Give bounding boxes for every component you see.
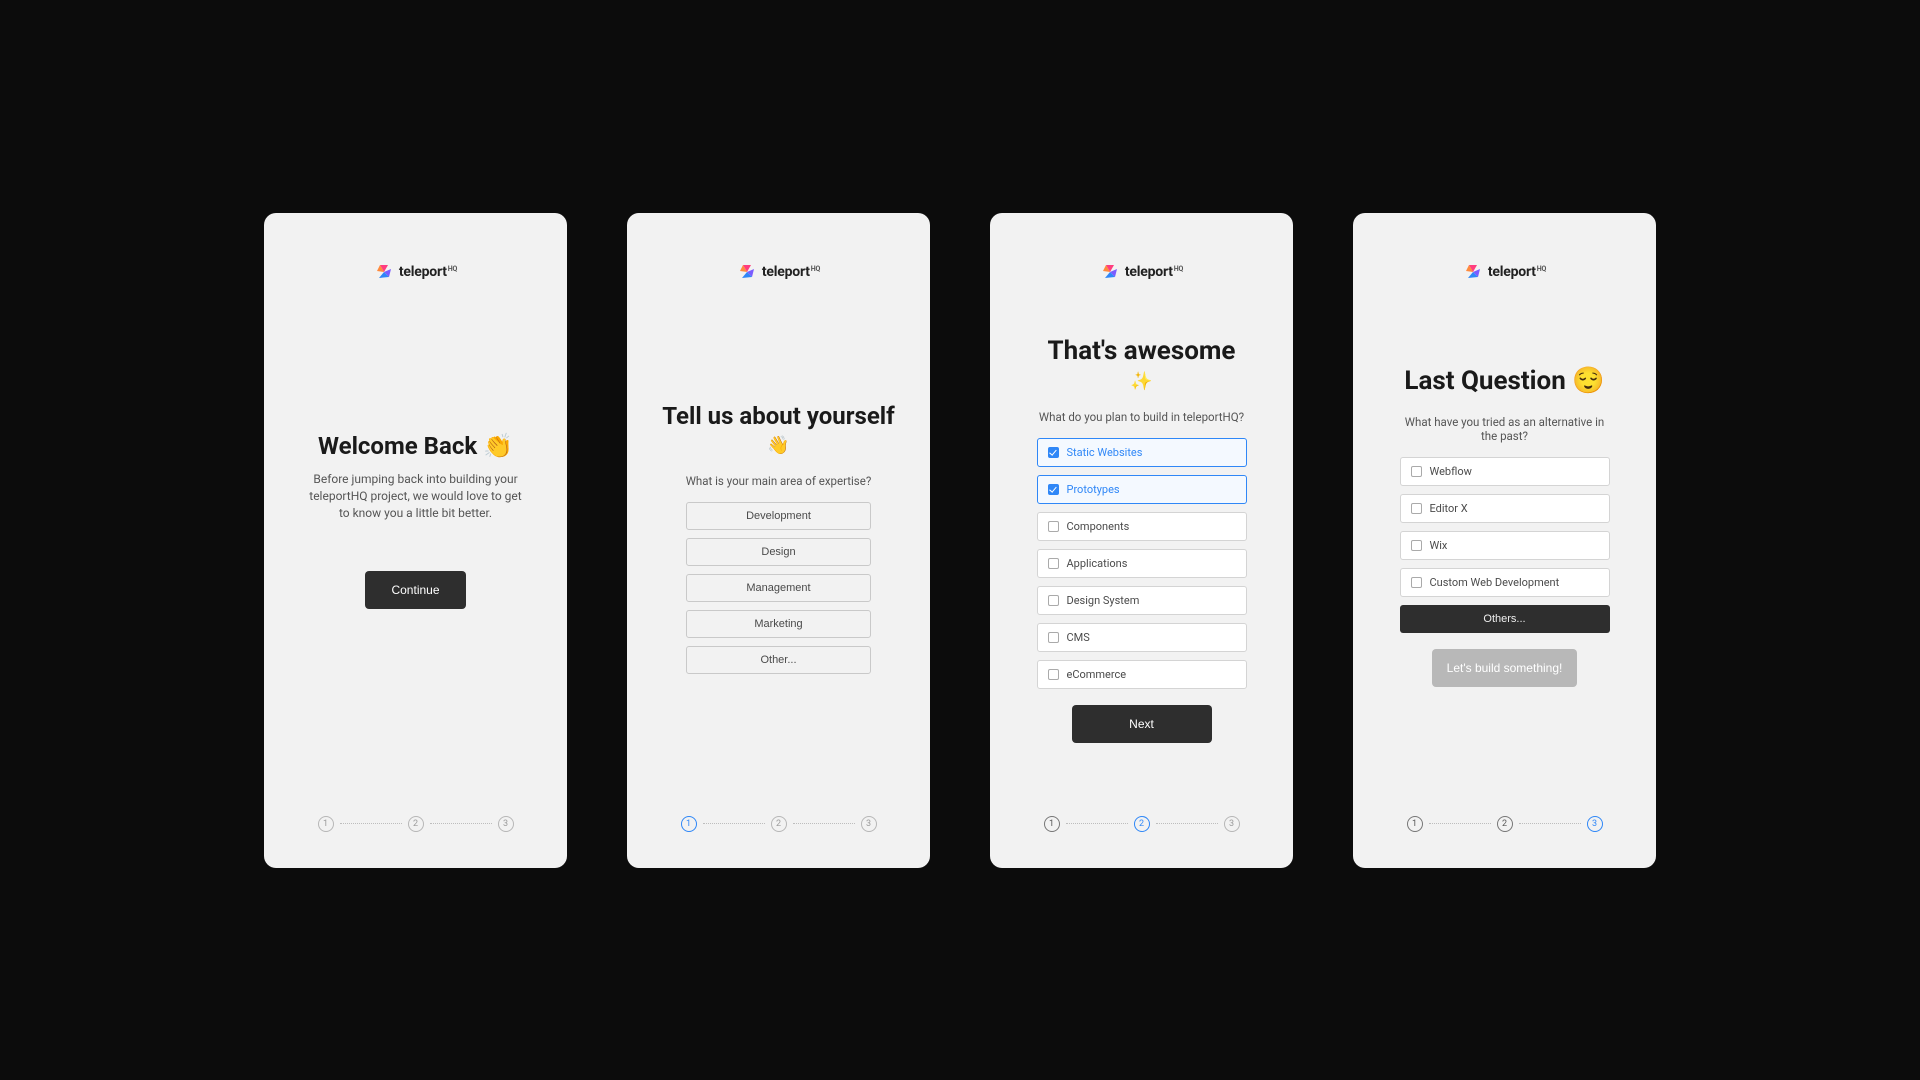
brand-logo: teleportHQ xyxy=(738,263,819,281)
checkbox-icon xyxy=(1411,466,1422,477)
progress-stepper: 1 2 3 xyxy=(627,816,930,832)
option-prototypes[interactable]: Prototypes xyxy=(1037,475,1247,504)
screen-build-plan: teleportHQ That's awesome ✨ What do you … xyxy=(990,213,1293,868)
screen-alternatives: teleportHQ Last Question 😌 What have you… xyxy=(1353,213,1656,868)
brand-name: teleportHQ xyxy=(1488,264,1545,280)
next-button[interactable]: Next xyxy=(1072,705,1212,743)
screen-question: What have you tried as an alternative in… xyxy=(1400,415,1610,443)
progress-stepper: 1 2 3 xyxy=(1353,816,1656,832)
option-cms[interactable]: CMS xyxy=(1037,623,1247,652)
option-webflow[interactable]: Webflow xyxy=(1400,457,1610,486)
build-options: Static Websites Prototypes Components Ap… xyxy=(1016,438,1267,689)
option-static-websites[interactable]: Static Websites xyxy=(1037,438,1247,467)
step-3: 3 xyxy=(1587,816,1603,832)
step-3: 3 xyxy=(861,816,877,832)
step-3: 3 xyxy=(1224,816,1240,832)
checkbox-icon xyxy=(1411,577,1422,588)
option-marketing[interactable]: Marketing xyxy=(686,610,871,638)
option-wix[interactable]: Wix xyxy=(1400,531,1610,560)
brand-name: teleportHQ xyxy=(399,264,456,280)
option-editor-x[interactable]: Editor X xyxy=(1400,494,1610,523)
progress-stepper: 1 2 3 xyxy=(990,816,1293,832)
logo-icon xyxy=(1464,263,1482,281)
option-ecommerce[interactable]: eCommerce xyxy=(1037,660,1247,689)
brand-logo: teleportHQ xyxy=(1464,263,1545,281)
progress-stepper: 1 2 3 xyxy=(264,816,567,832)
checkbox-icon xyxy=(1048,595,1059,606)
option-applications[interactable]: Applications xyxy=(1037,549,1247,578)
step-1: 1 xyxy=(318,816,334,832)
wave-icon: 👋 xyxy=(767,435,789,456)
step-2: 2 xyxy=(1134,816,1150,832)
brand-name: teleportHQ xyxy=(1125,264,1182,280)
brand-name: teleportHQ xyxy=(762,264,819,280)
brand-logo: teleportHQ xyxy=(375,263,456,281)
alternative-options: Webflow Editor X Wix Custom Web Developm… xyxy=(1379,457,1630,633)
screen-question: What do you plan to build in teleportHQ? xyxy=(1039,410,1244,424)
logo-icon xyxy=(375,263,393,281)
screen-welcome: teleportHQ Welcome Back 👏 Before jumping… xyxy=(264,213,567,868)
checkbox-icon xyxy=(1048,669,1059,680)
checkbox-icon xyxy=(1048,484,1059,495)
step-1: 1 xyxy=(1044,816,1060,832)
step-3: 3 xyxy=(498,816,514,832)
screen-title: Tell us about yourself xyxy=(662,401,895,431)
screen-body: Before jumping back into building your t… xyxy=(306,471,526,523)
option-components[interactable]: Components xyxy=(1037,512,1247,541)
screen-title: Last Question 😌 xyxy=(1404,365,1604,398)
option-others[interactable]: Others... xyxy=(1400,605,1610,633)
sparkles-icon: ✨ xyxy=(1130,371,1152,392)
checkbox-icon xyxy=(1411,503,1422,514)
screen-title: That's awesome xyxy=(1048,335,1236,368)
onboarding-screens: teleportHQ Welcome Back 👏 Before jumping… xyxy=(264,213,1656,868)
logo-icon xyxy=(1101,263,1119,281)
step-2: 2 xyxy=(1497,816,1513,832)
option-custom-web-dev[interactable]: Custom Web Development xyxy=(1400,568,1610,597)
screen-about-yourself: teleportHQ Tell us about yourself 👋 What… xyxy=(627,213,930,868)
expertise-options: Development Design Management Marketing … xyxy=(653,502,904,674)
option-development[interactable]: Development xyxy=(686,502,871,530)
checkbox-icon xyxy=(1048,558,1059,569)
step-1: 1 xyxy=(681,816,697,832)
checkbox-icon xyxy=(1411,540,1422,551)
option-design[interactable]: Design xyxy=(686,538,871,566)
lets-build-button[interactable]: Let's build something! xyxy=(1432,649,1577,687)
step-2: 2 xyxy=(771,816,787,832)
step-1: 1 xyxy=(1407,816,1423,832)
continue-button[interactable]: Continue xyxy=(365,571,465,609)
screen-title: Welcome Back 👏 xyxy=(318,431,513,461)
option-design-system[interactable]: Design System xyxy=(1037,586,1247,615)
brand-logo: teleportHQ xyxy=(1101,263,1182,281)
option-management[interactable]: Management xyxy=(686,574,871,602)
step-2: 2 xyxy=(408,816,424,832)
checkbox-icon xyxy=(1048,632,1059,643)
logo-icon xyxy=(738,263,756,281)
option-other[interactable]: Other... xyxy=(686,646,871,674)
checkbox-icon xyxy=(1048,447,1059,458)
screen-question: What is your main area of expertise? xyxy=(686,474,872,488)
checkbox-icon xyxy=(1048,521,1059,532)
